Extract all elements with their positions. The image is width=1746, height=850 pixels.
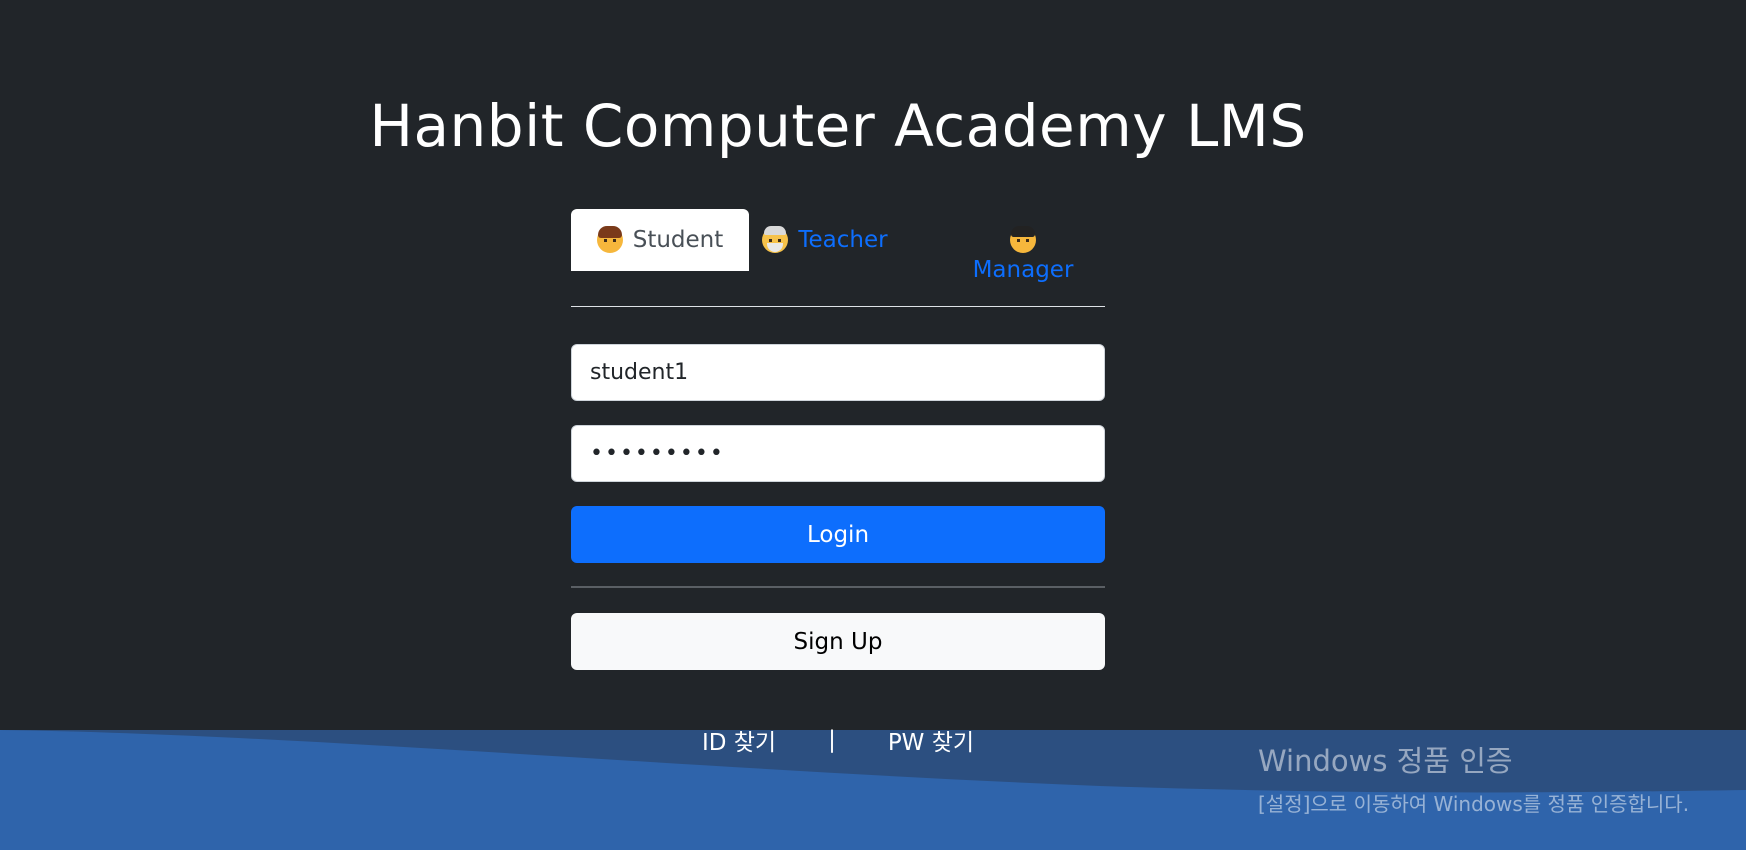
tab-teacher[interactable]: Teacher: [749, 209, 901, 271]
windows-activation-watermark: Windows 정품 인증 [설정]으로 이동하여 Windows를 정품 인증…: [1258, 738, 1738, 819]
manager-emoji-icon: [1010, 226, 1036, 253]
find-id-link[interactable]: ID 찾기: [702, 723, 776, 757]
tab-teacher-label: Teacher: [798, 227, 888, 253]
watermark-subtitle: [설정]으로 이동하여 Windows를 정품 인증합니다.: [1258, 792, 1690, 816]
divider: [571, 586, 1105, 588]
link-separator: |: [828, 727, 836, 753]
find-pw-link[interactable]: PW 찾기: [888, 723, 974, 757]
student-emoji-icon: [596, 226, 623, 253]
tab-student-label: Student: [632, 227, 724, 253]
tab-manager-label: Manager: [972, 257, 1074, 283]
role-tabs: Student Teacher Manager: [571, 209, 1105, 307]
signup-button[interactable]: Sign Up: [571, 613, 1105, 670]
login-button[interactable]: Login: [571, 506, 1105, 563]
password-input[interactable]: [571, 425, 1105, 482]
tab-student[interactable]: Student: [571, 209, 749, 271]
teacher-emoji-icon: [762, 226, 789, 253]
tab-manager[interactable]: Manager: [941, 209, 1105, 301]
page-title: Hanbit Computer Academy LMS: [369, 92, 1307, 160]
watermark-title: Windows 정품 인증: [1258, 744, 1513, 778]
id-input[interactable]: [571, 344, 1105, 401]
